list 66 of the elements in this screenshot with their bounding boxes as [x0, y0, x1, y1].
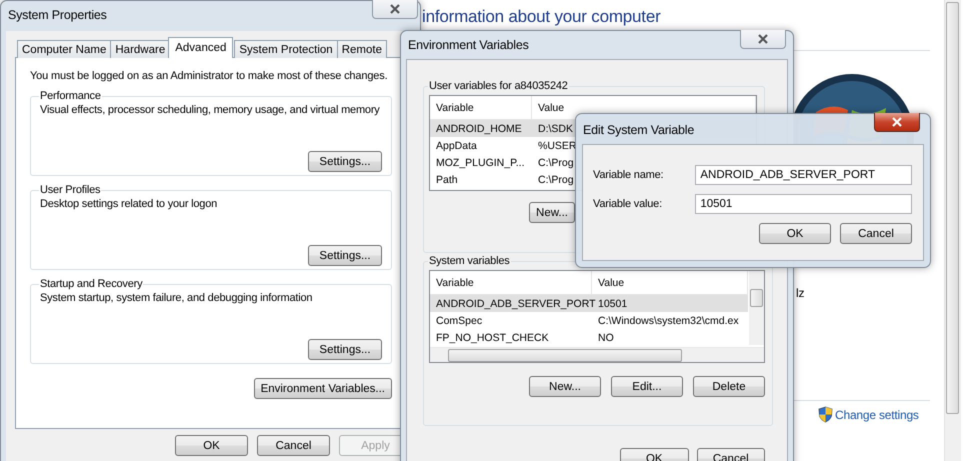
- variable-name: Path: [436, 174, 458, 186]
- window-title: System Properties: [8, 8, 107, 22]
- variable-name: ANDROID_ADB_SERVER_PORT: [436, 298, 596, 310]
- group-description: Visual effects, processor scheduling, memory usage, and virtual memory: [40, 104, 381, 116]
- close-button[interactable]: [874, 113, 920, 132]
- variable-name: MOZ_PLUGIN_P...: [436, 156, 525, 168]
- variable-name: ANDROID_HOME: [436, 122, 522, 134]
- tab[interactable]: System Protection: [234, 40, 338, 58]
- delete-button[interactable]: Delete: [693, 376, 765, 397]
- close-icon: [757, 34, 769, 44]
- close-icon: [389, 4, 401, 14]
- scrollbar[interactable]: [944, 0, 961, 461]
- close-button[interactable]: [372, 0, 418, 19]
- group-title: User Profiles: [39, 184, 102, 196]
- variable-name: FP_NO_HOST_CHECK: [436, 332, 549, 344]
- ok-button[interactable]: OK: [175, 435, 248, 456]
- variable-value: C:\Prog: [538, 174, 574, 186]
- variable-value: D:\SDK: [538, 122, 574, 134]
- input-field[interactable]: 10501: [695, 194, 912, 214]
- variable-row[interactable]: FP_NO_HOST_CHECK NO: [430, 329, 748, 346]
- variable-row[interactable]: ANDROID_ADB_SERVER_PORT 10501: [430, 295, 748, 312]
- tab[interactable]: Computer Name: [17, 40, 112, 58]
- tab[interactable]: Advanced: [168, 37, 234, 58]
- scrollbar[interactable]: [430, 347, 764, 362]
- partial-text: lz: [796, 286, 804, 300]
- group-title: User variables for a84035242: [428, 80, 569, 92]
- window-title: Environment Variables: [408, 38, 529, 52]
- variable-name: AppData: [436, 140, 477, 152]
- scrollbar[interactable]: [749, 271, 764, 345]
- cancel-button[interactable]: Cancel: [840, 223, 912, 244]
- new-button[interactable]: New...: [529, 202, 575, 223]
- field-label: Variable value:: [593, 198, 663, 210]
- page-title: information about your computer: [422, 7, 661, 27]
- group-description: System startup, system failure, and debugging information: [40, 292, 314, 304]
- new-button[interactable]: New...: [529, 376, 601, 397]
- environment-variables-button[interactable]: Environment Variables...: [254, 378, 392, 399]
- variable-value: C:\Prog: [538, 156, 574, 168]
- tab[interactable]: Remote: [336, 40, 387, 58]
- column-header[interactable]: Variable: [430, 96, 532, 119]
- input-field[interactable]: ANDROID_ADB_SERVER_PORT: [695, 165, 912, 185]
- group-description: Desktop settings related to your logon: [40, 198, 218, 210]
- group-title: Startup and Recovery: [39, 278, 144, 290]
- column-header[interactable]: Value: [592, 271, 748, 294]
- edit-button[interactable]: Edit...: [611, 376, 683, 397]
- variable-value: 10501: [598, 298, 628, 310]
- column-header[interactable]: Variable: [430, 271, 592, 294]
- group-title: Performance: [39, 90, 102, 102]
- variable-value: NO: [598, 332, 614, 344]
- settings-button[interactable]: Settings...: [308, 339, 382, 360]
- variable-value: %USER: [538, 140, 577, 152]
- settings-button[interactable]: Settings...: [308, 151, 382, 172]
- notice-text: You must be logged on as an Administrator to make most of these changes.: [30, 70, 389, 82]
- change-settings-link[interactable]: Change settings: [835, 408, 919, 422]
- group-title: System variables: [428, 255, 511, 267]
- variable-row[interactable]: ComSpec C:\Windows\system32\cmd.ex: [430, 312, 748, 329]
- shield-icon: [818, 406, 833, 423]
- close-button[interactable]: [740, 30, 786, 49]
- settings-button[interactable]: Settings...: [308, 245, 382, 266]
- close-icon: [891, 117, 903, 127]
- cancel-button[interactable]: Cancel: [257, 435, 330, 456]
- field-label: Variable name:: [593, 169, 664, 181]
- variable-name: ComSpec: [436, 314, 482, 326]
- variable-value: C:\Windows\system32\cmd.ex: [598, 314, 739, 326]
- window-title: Edit System Variable: [583, 123, 694, 137]
- tab[interactable]: Hardware: [110, 40, 170, 58]
- ok-button[interactable]: OK: [759, 223, 831, 244]
